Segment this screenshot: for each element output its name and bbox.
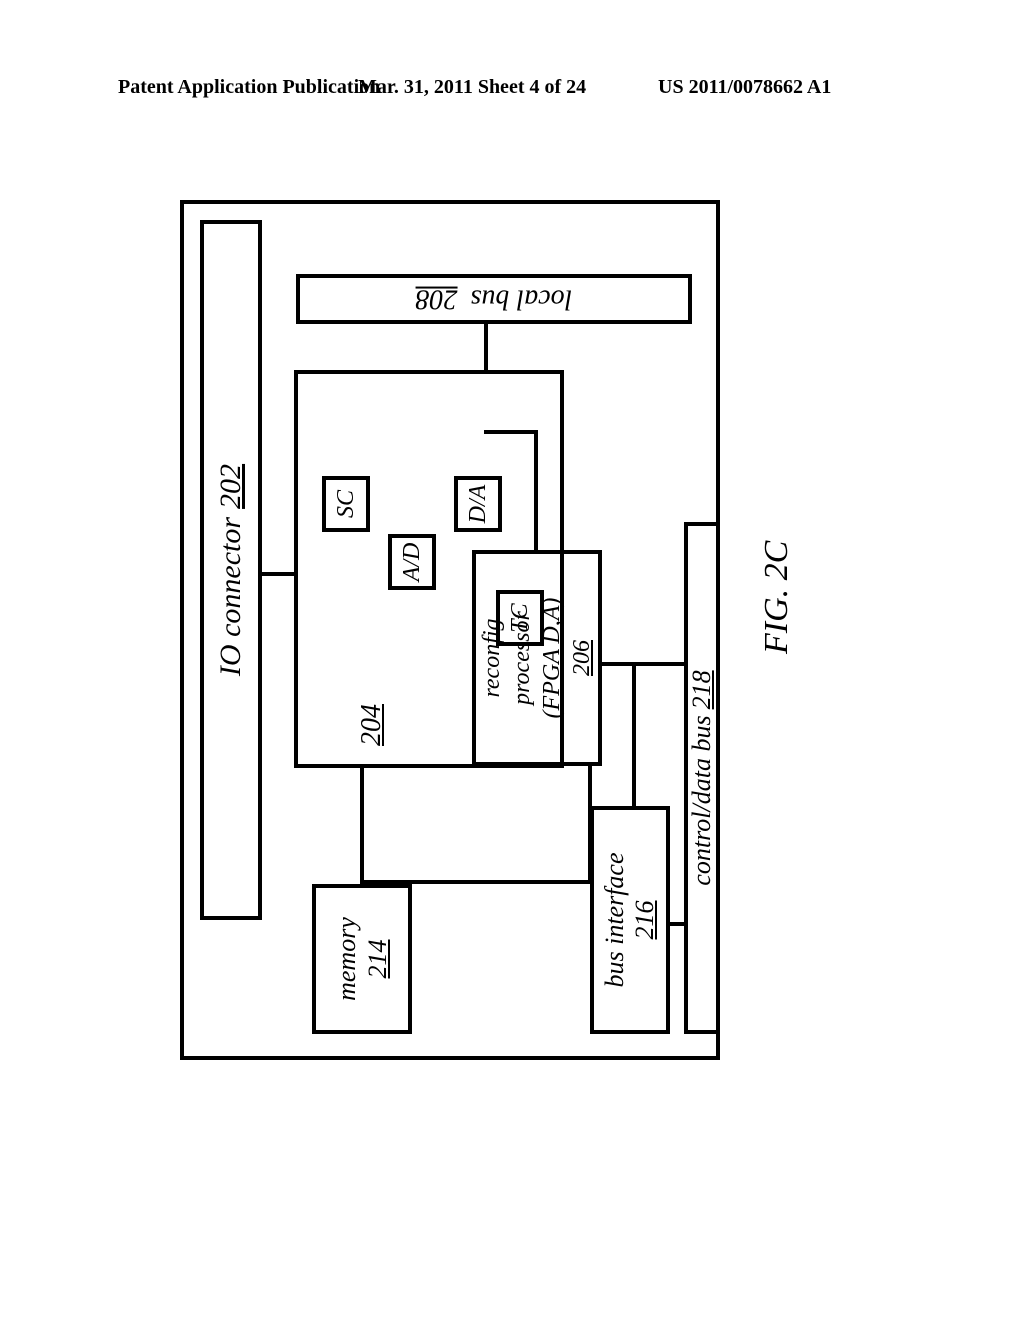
header-left: Patent Application Publication — [118, 76, 380, 99]
sc-block: SC — [322, 476, 370, 532]
block-204-ref: 204 — [356, 704, 388, 746]
header-right: US 2011/0078662 A1 — [658, 76, 831, 99]
memory-block: memory 214 — [312, 884, 412, 1034]
figure-label: FIG. 2C — [758, 541, 796, 654]
control-data-bus-block: control/data bus 218 — [684, 522, 720, 1034]
wire — [484, 322, 488, 370]
bus-interface-ref: 216 — [630, 901, 660, 940]
local-bus-ref: 208 — [416, 284, 458, 315]
memory-label: memory — [331, 917, 362, 1001]
wire — [360, 766, 364, 884]
control-data-bus-ref: 218 — [687, 670, 717, 709]
bus-interface-block: bus interface 216 — [590, 806, 670, 1034]
wire — [262, 572, 296, 576]
reconfig-line1: reconfig — [477, 618, 507, 697]
reconfig-ref: 206 — [567, 640, 597, 676]
wire — [602, 662, 684, 666]
wire — [484, 430, 538, 434]
control-data-bus-label: control/data bus — [687, 715, 717, 885]
wire — [534, 430, 538, 550]
reconfig-processor-block: reconfig processor (FPGA D,A) 206 — [472, 550, 602, 766]
bus-interface-label: bus interface — [600, 852, 630, 987]
io-connector-block: IO connector 202 — [200, 220, 262, 920]
io-connector-label: IO connector — [214, 517, 248, 676]
ad-block: A/D — [388, 534, 436, 590]
figure-2c-diagram: IO connector 202 204 SC A/D D/A TC local… — [20, 360, 880, 900]
io-connector-ref: 202 — [214, 464, 248, 509]
local-bus-label: local bus — [471, 284, 573, 315]
da-block: D/A — [454, 476, 502, 532]
memory-ref: 214 — [362, 940, 393, 979]
reconfig-line3: (FPGA D,A) — [537, 598, 567, 719]
header-center: Mar. 31, 2011 Sheet 4 of 24 — [358, 76, 586, 99]
card-outline: IO connector 202 204 SC A/D D/A TC local… — [180, 200, 720, 1060]
wire — [632, 662, 636, 806]
reconfig-line2: processor — [507, 611, 537, 705]
local-bus-block: local bus 208 — [296, 274, 692, 324]
